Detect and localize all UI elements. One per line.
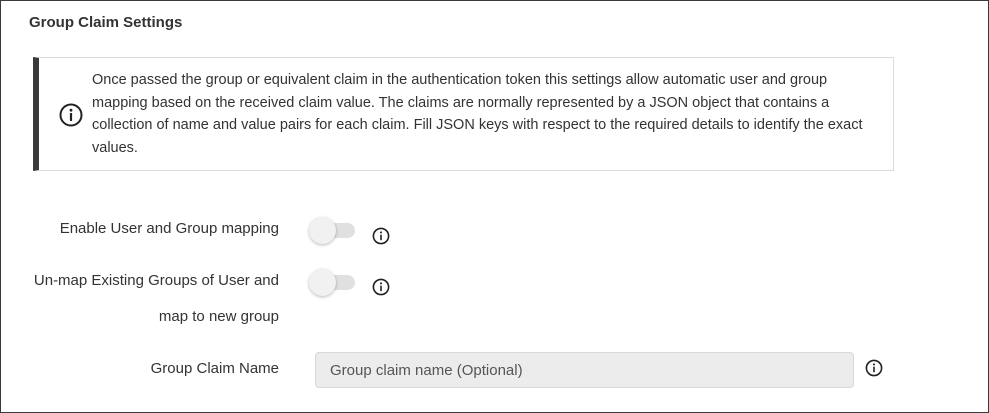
unmap-groups-label-text: Un-map Existing Groups of User and map t…: [33, 272, 279, 325]
info-circle-icon[interactable]: [372, 227, 390, 245]
unmap-groups-toggle[interactable]: [309, 268, 357, 296]
section-title: Group Claim Settings: [29, 14, 183, 31]
info-circle-icon[interactable]: [372, 278, 390, 296]
group-claim-name-input[interactable]: [315, 352, 854, 388]
group-claim-name-label: Group Claim Name: [150, 360, 279, 377]
info-circle-icon: [59, 103, 83, 127]
info-callout-text: Once passed the group or equivalent clai…: [92, 72, 863, 156]
enable-mapping-toggle[interactable]: [309, 216, 357, 244]
toggle-knob: [309, 217, 336, 244]
info-callout: Once passed the group or equivalent clai…: [33, 57, 894, 171]
info-circle-icon[interactable]: [865, 359, 883, 377]
unmap-groups-label: Un-map Existing Groups of User and map t…: [9, 263, 279, 335]
group-claim-settings-panel: Group Claim Settings Once passed the gro…: [0, 0, 989, 413]
enable-mapping-label: Enable User and Group mapping: [59, 220, 279, 237]
toggle-knob: [309, 269, 336, 296]
